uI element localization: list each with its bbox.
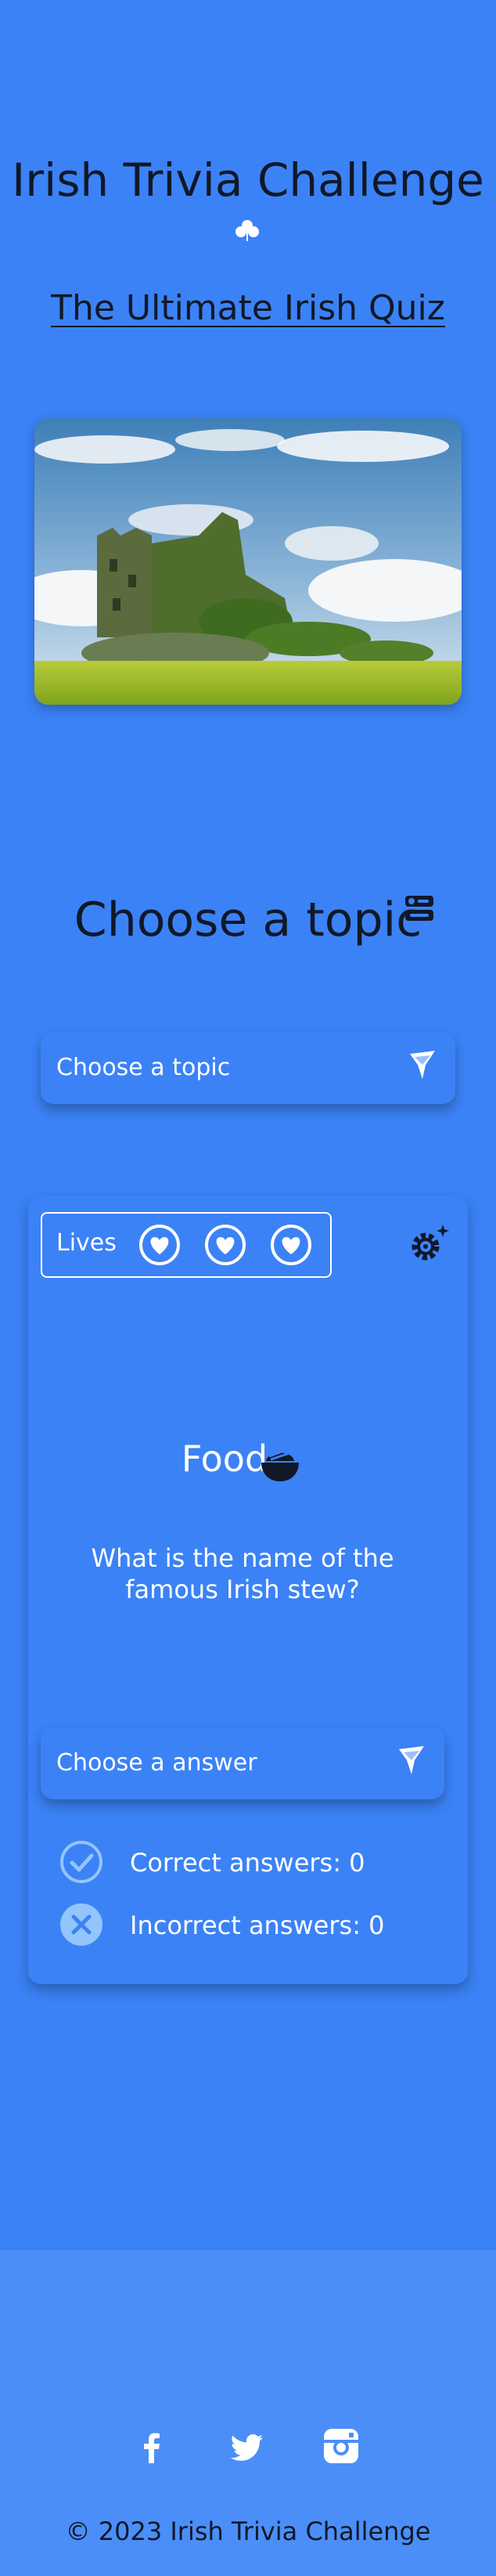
bowl-icon (261, 1449, 299, 1481)
page-subtitle: The Ultimate Irish Quiz (51, 288, 445, 328)
gear-icon[interactable] (405, 1220, 452, 1267)
check-circle-icon (60, 1841, 102, 1883)
clover-icon (235, 220, 259, 241)
answer-select-value: Choose a answer (56, 1749, 257, 1777)
incorrect-answers-count: Incorrect answers: 0 (130, 1910, 385, 1940)
instagram-icon[interactable] (322, 2427, 360, 2465)
twitter-icon[interactable] (228, 2429, 266, 2466)
quiz-icon (405, 896, 433, 921)
chevron-down-icon (399, 1746, 424, 1774)
correct-answers-count: Correct answers: 0 (130, 1848, 365, 1878)
category-title: Food (181, 1438, 268, 1480)
topic-select-value: Choose a topic (56, 1054, 231, 1081)
facebook-icon[interactable] (133, 2429, 171, 2466)
castle-ruin-photo (34, 418, 462, 705)
question-text: What is the name of the famous Irish ste… (91, 1543, 394, 1604)
answer-select[interactable]: Choose a answer (41, 1727, 444, 1799)
chevron-down-icon (410, 1051, 435, 1079)
heart-icon (139, 1225, 180, 1265)
site-title: Irish Trivia Challenge (12, 153, 484, 207)
x-circle-icon (60, 1903, 102, 1946)
lives-label: Lives (56, 1229, 117, 1257)
heart-icon (271, 1225, 311, 1265)
copyright-text: © 2023 Irish Trivia Challenge (65, 2516, 431, 2546)
heart-icon (205, 1225, 246, 1265)
topic-select[interactable]: Choose a topic (41, 1032, 455, 1104)
